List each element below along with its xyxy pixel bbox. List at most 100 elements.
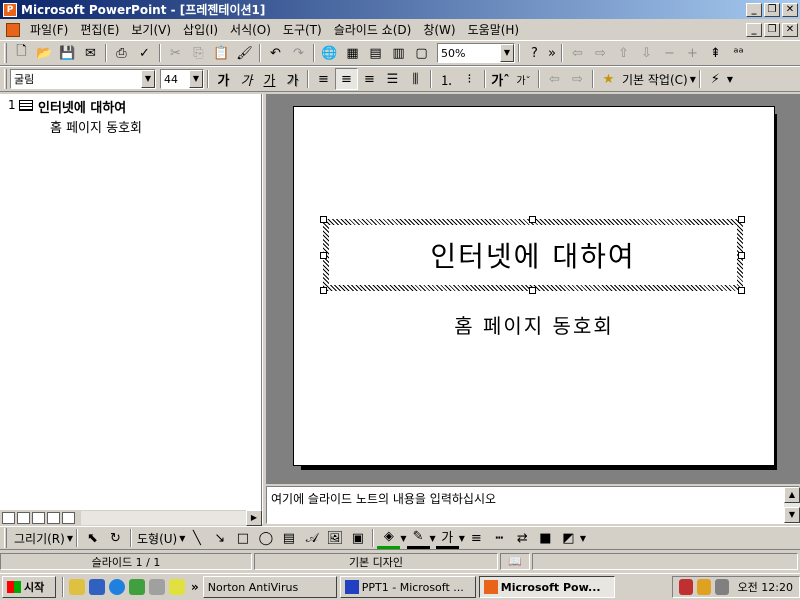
textbox-icon[interactable]: ▤ <box>277 527 300 549</box>
menu-tools[interactable]: 도구(T) <box>277 21 328 38</box>
decrease-font-icon[interactable]: 가ˇ <box>512 68 535 90</box>
wordart-icon[interactable]: 𝒜 <box>300 527 323 549</box>
ime-icon[interactable] <box>679 579 693 595</box>
notes-pane[interactable]: 여기에 슬라이드 노트의 내용을 입력하십시오 <box>266 486 800 524</box>
menu-window[interactable]: 창(W) <box>417 21 461 38</box>
more-buttons-icon[interactable]: ▼ <box>580 534 586 543</box>
slide-view-icon[interactable] <box>32 512 45 524</box>
ie-icon[interactable] <box>109 579 125 595</box>
animation-effects-icon[interactable]: ⚡ <box>704 68 727 90</box>
spelling-status-icon[interactable]: 📖 <box>500 553 530 570</box>
outline-slide-title[interactable]: 인터넷에 대하여 <box>38 97 126 116</box>
format-painter-icon[interactable]: 🖌 <box>233 42 256 64</box>
font-size-combo[interactable]: 44 ▼ <box>160 69 204 89</box>
resize-handle[interactable] <box>738 252 745 259</box>
previous-slide-icon[interactable]: ⇦ <box>543 68 566 90</box>
align-center-icon[interactable]: ≡ <box>335 68 358 90</box>
task-powerpoint[interactable]: Microsoft Pow... <box>478 576 615 598</box>
line-style-icon[interactable]: ≡ <box>465 527 488 549</box>
undo-icon[interactable]: ↶ <box>264 42 287 64</box>
copy-icon[interactable]: ⎘ <box>187 42 210 64</box>
outline-view-icon[interactable] <box>17 512 30 524</box>
doc-close-button[interactable]: ✕ <box>782 22 798 37</box>
font-combo[interactable]: 굴림 ▼ <box>10 69 156 89</box>
menu-slideshow[interactable]: 슬라이드 쇼(D) <box>328 21 418 38</box>
more-buttons-icon[interactable]: » <box>546 42 558 64</box>
resize-handle[interactable] <box>320 216 327 223</box>
zoom-combo[interactable]: 50% ▼ <box>437 43 515 63</box>
toolbar-grip[interactable] <box>4 43 7 63</box>
bold-button[interactable]: 가 <box>212 68 235 90</box>
open-icon[interactable]: 📂 <box>33 42 56 64</box>
toolbar-grip[interactable] <box>4 69 7 89</box>
common-tasks-button[interactable]: 기본 작업(C) <box>622 71 688 88</box>
draw-menu-button[interactable]: 그리기(R) <box>14 530 65 547</box>
slide-subtitle[interactable]: 홈 페이지 동호회 <box>293 310 775 339</box>
chevron-down-icon[interactable]: ▼ <box>67 534 73 543</box>
task-norton[interactable]: Norton AntiVirus <box>202 576 337 598</box>
underline-button[interactable]: 가 <box>258 68 281 90</box>
title-placeholder[interactable]: 인터넷에 대하여 <box>323 219 743 291</box>
minimize-button[interactable]: _ <box>746 2 762 17</box>
justify-icon[interactable]: ☰ <box>381 68 404 90</box>
show-formatting-icon[interactable]: ᵃᵃ <box>727 42 750 64</box>
menu-view[interactable]: 보기(V) <box>125 21 177 38</box>
chevron-down-icon[interactable]: ▼ <box>500 44 514 62</box>
resize-handle[interactable] <box>738 287 745 294</box>
redo-icon[interactable]: ↷ <box>287 42 310 64</box>
search-icon[interactable] <box>169 579 185 595</box>
insert-table-icon[interactable]: ▤ <box>364 42 387 64</box>
align-left-icon[interactable]: ≡ <box>312 68 335 90</box>
numbering-icon[interactable]: ⒈ <box>435 68 458 90</box>
outline-pane[interactable]: 1 인터넷에 대하여 홈 페이지 동호회 <box>0 94 262 510</box>
scroll-right-icon[interactable]: ▶ <box>246 510 262 526</box>
outlook-icon[interactable] <box>69 579 85 595</box>
summary-slide-icon[interactable]: ⇞ <box>704 42 727 64</box>
scroll-up-icon[interactable]: ▲ <box>784 487 800 503</box>
restore-button[interactable]: ❐ <box>764 2 780 17</box>
slide-icon[interactable] <box>19 100 33 111</box>
chevron-down-icon[interactable]: ▼ <box>690 75 696 84</box>
resize-handle[interactable] <box>738 216 745 223</box>
shadow-icon[interactable]: ■ <box>534 527 557 549</box>
paste-icon[interactable]: 📋 <box>210 42 233 64</box>
fill-color-icon[interactable]: ◈ <box>377 527 401 549</box>
start-button[interactable]: 시작 <box>2 576 56 598</box>
document-icon[interactable] <box>6 22 20 37</box>
resize-handle[interactable] <box>529 287 536 294</box>
slideshow-icon[interactable] <box>62 512 75 524</box>
3d-icon[interactable]: ◩ <box>557 527 580 549</box>
network-icon[interactable] <box>149 579 165 595</box>
new-slide-icon[interactable]: ▢ <box>410 42 433 64</box>
resize-handle[interactable] <box>529 216 536 223</box>
font-color-icon[interactable]: 가 <box>435 527 459 549</box>
outline-hscrollbar[interactable] <box>81 511 246 525</box>
line-icon[interactable]: ╲ <box>185 527 208 549</box>
toolbar-grip[interactable] <box>4 528 7 548</box>
hyperlink-icon[interactable]: 🌐 <box>318 42 341 64</box>
resize-handle[interactable] <box>320 252 327 259</box>
save-icon[interactable]: 💾 <box>56 42 79 64</box>
autoshapes-button[interactable]: 도형(U) <box>137 530 177 547</box>
dash-style-icon[interactable]: ┅ <box>488 527 511 549</box>
normal-view-icon[interactable] <box>2 512 15 524</box>
move-down-icon[interactable]: ⇩ <box>635 42 658 64</box>
chevron-down-icon[interactable]: ▼ <box>141 70 155 88</box>
quicklaunch-more-button[interactable]: » <box>191 580 199 594</box>
collapse-icon[interactable]: − <box>658 42 681 64</box>
menu-format[interactable]: 서식(O) <box>224 21 277 38</box>
spelling-icon[interactable]: ✓ <box>133 42 156 64</box>
insert-chart-icon[interactable]: ▥ <box>387 42 410 64</box>
help-icon[interactable]: ? <box>523 42 546 64</box>
volume-icon[interactable] <box>715 579 729 595</box>
expand-icon[interactable]: + <box>681 42 704 64</box>
star-icon[interactable]: ★ <box>597 68 620 90</box>
rectangle-icon[interactable]: □ <box>231 527 254 549</box>
powerpoint-icon[interactable]: P <box>3 2 17 17</box>
arrow-icon[interactable]: ↘ <box>208 527 231 549</box>
notes-scrollbar[interactable]: ▲ ▼ <box>784 487 800 523</box>
resize-handle[interactable] <box>320 287 327 294</box>
task-word[interactable]: PPT1 - Microsoft ... <box>339 576 476 598</box>
demote-icon[interactable]: ⇨ <box>589 42 612 64</box>
norton-icon[interactable] <box>697 579 711 595</box>
